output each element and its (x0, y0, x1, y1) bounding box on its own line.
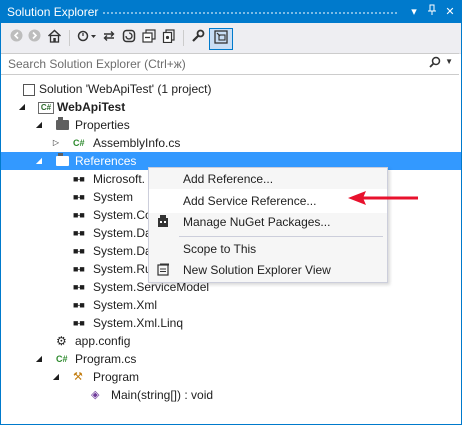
expanded-arrow-icon[interactable]: ◢ (34, 152, 44, 170)
title-bar-grip[interactable] (102, 11, 398, 15)
csharp-project-icon: C# (38, 102, 54, 114)
menu-item-add-reference[interactable]: Add Reference... (149, 168, 387, 190)
menu-item-label: Manage NuGet Packages... (183, 215, 331, 229)
new-view-icon (156, 263, 170, 277)
tree-item-label: System.Co (93, 208, 152, 222)
class-icon: ⚒ (73, 371, 83, 383)
solution-icon (23, 84, 35, 96)
tree-item-label: WebApiTest (57, 100, 126, 114)
context-menu: Add Reference... Add Service Reference..… (148, 167, 388, 283)
reference-icon: ■-■ (73, 246, 85, 256)
dropdown-icon[interactable]: ▾ (407, 4, 421, 20)
menu-item-scope-to-this[interactable]: Scope to This (149, 238, 387, 260)
tree-item-reference[interactable]: ■-■ System.Xml.Linq (1, 314, 461, 332)
menu-item-label: Add Reference... (183, 172, 274, 186)
menu-item-new-solution-explorer-view[interactable]: New Solution Explorer View (149, 259, 387, 281)
expanded-arrow-icon[interactable]: ◢ (51, 368, 61, 386)
tree-item-reference[interactable]: ■-■ System.Xml (1, 296, 461, 314)
close-icon[interactable]: ✕ (443, 4, 457, 20)
reference-icon: ■-■ (73, 192, 85, 202)
tree-item-solution[interactable]: Solution 'WebApiTest' (1 project) (1, 80, 461, 98)
pending-changes-filter-icon[interactable] (77, 29, 97, 47)
tree-item-label: System.Da (93, 226, 152, 240)
properties-wrench-icon[interactable] (189, 29, 207, 47)
references-folder-icon (56, 153, 69, 166)
toolbar-separator (183, 30, 184, 46)
tree-item-label: Main(string[]) : void (111, 388, 214, 402)
method-icon: ◈ (91, 389, 100, 401)
menu-item-label: New Solution Explorer View (183, 263, 331, 277)
tree-item-label: Microsoft. (93, 172, 146, 186)
collapsed-arrow-icon[interactable]: ▷ (51, 134, 61, 152)
reference-icon: ■-■ (73, 300, 85, 310)
tree-item-programcs[interactable]: ◢ C# Program.cs (1, 350, 461, 368)
forward-icon[interactable] (27, 29, 41, 47)
sync-icon[interactable] (101, 29, 117, 47)
expanded-arrow-icon[interactable]: ◢ (34, 350, 44, 368)
properties-folder-icon (56, 117, 69, 130)
tree-item-label: References (75, 154, 137, 168)
window-title: Solution Explorer (7, 5, 99, 19)
red-annotation-arrow (348, 191, 418, 205)
menu-item-label: Scope to This (183, 242, 257, 256)
menu-item-label: Add Service Reference... (183, 194, 317, 208)
search-input[interactable]: Search Solution Explorer (Ctrl+ж) (8, 57, 186, 71)
menu-item-manage-nuget-packages[interactable]: Manage NuGet Packages... (149, 211, 387, 233)
tree-item-label: Solution 'WebApiTest' (1 project) (39, 82, 212, 96)
toolbar-separator (69, 30, 70, 46)
show-all-files-icon[interactable] (161, 29, 177, 47)
tree-item-appconfig[interactable]: ⚙ app.config (1, 332, 461, 350)
tree-item-properties[interactable]: ◢ Properties (1, 116, 461, 134)
nuget-package-icon (156, 215, 170, 229)
tree-item-assemblyinfo[interactable]: ▷ C# AssemblyInfo.cs (1, 134, 461, 152)
menu-separator (179, 236, 383, 237)
tree-item-label: System.Xml.Linq (93, 316, 184, 330)
tree-item-project[interactable]: ◢ C# WebApiTest (1, 98, 461, 116)
reference-icon: ■-■ (73, 228, 85, 238)
csharp-file-icon: C# (56, 354, 68, 364)
tree-item-program-class[interactable]: ◢ ⚒ Program (1, 368, 461, 386)
reference-icon: ■-■ (73, 174, 85, 184)
tree-item-label: Properties (75, 118, 130, 132)
search-options-chevron-down-icon[interactable]: ▼ (445, 57, 453, 66)
reference-icon: ■-■ (73, 210, 85, 220)
collapse-all-icon[interactable] (141, 29, 157, 47)
expanded-arrow-icon[interactable]: ◢ (17, 98, 27, 116)
reference-icon: ■-■ (73, 264, 85, 274)
tree-item-label: Program (93, 370, 140, 384)
pin-icon[interactable] (425, 4, 439, 20)
tree-item-label: Program.cs (75, 352, 137, 366)
reference-icon: ■-■ (73, 282, 85, 292)
reference-icon: ■-■ (73, 318, 85, 328)
search-box[interactable]: Search Solution Explorer (Ctrl+ж) ▼ (1, 53, 459, 75)
expanded-arrow-icon[interactable]: ◢ (34, 116, 44, 134)
tree-item-label: AssemblyInfo.cs (93, 136, 181, 150)
tree-item-main-method[interactable]: ◈ Main(string[]) : void (1, 386, 461, 404)
solution-explorer-window: Solution Explorer ▾ ✕ Search Solution Ex… (0, 0, 462, 425)
preview-selected-items-icon[interactable] (209, 28, 233, 50)
toolbar (1, 23, 461, 54)
refresh-icon[interactable] (121, 29, 137, 47)
title-bar: Solution Explorer ▾ ✕ (1, 1, 461, 23)
csharp-file-icon: C# (73, 138, 85, 148)
config-file-icon: ⚙ (56, 334, 67, 348)
tree-item-label: System.Xml (93, 298, 158, 312)
tree-item-label: System (93, 190, 134, 204)
tree-item-label: System.Da (93, 244, 152, 258)
tree-item-label: System.Ru (93, 262, 152, 276)
back-icon[interactable] (9, 29, 23, 47)
search-icon[interactable] (429, 56, 441, 71)
tree-item-label: app.config (75, 334, 131, 348)
home-icon[interactable] (45, 29, 63, 47)
